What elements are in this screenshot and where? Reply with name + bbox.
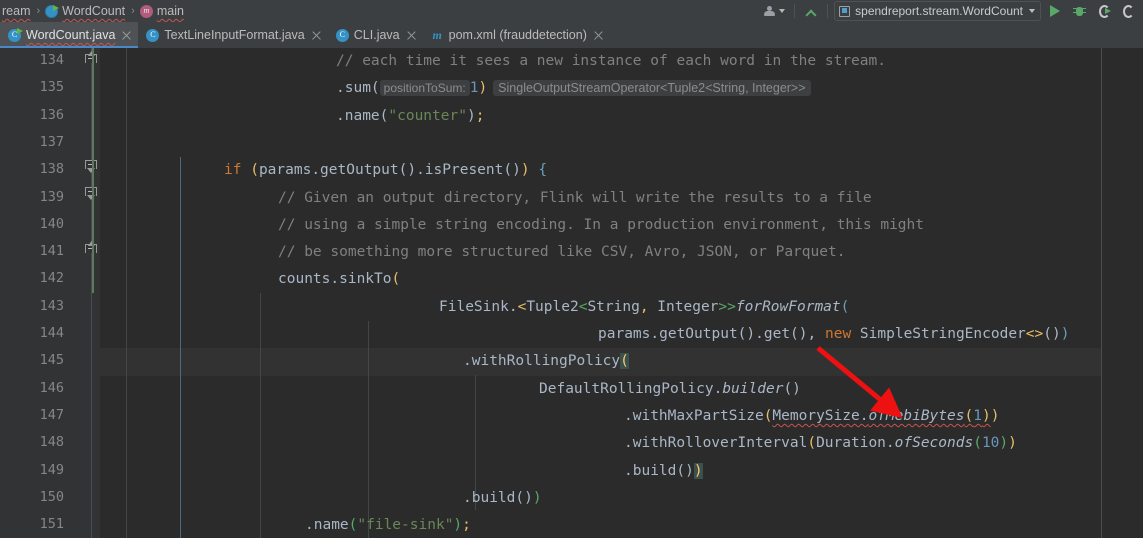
breadcrumb-label: main [156,4,184,18]
run-with-coverage-icon [1099,4,1112,18]
method-range-marker [92,48,94,293]
line-number: 134 [39,52,64,68]
line-number: 141 [39,243,64,260]
run-with-coverage-button[interactable] [1096,1,1115,21]
breadcrumb-label: ream [2,4,31,18]
breadcrumb-separator: › [36,5,41,17]
profile-button[interactable] [761,1,788,21]
chevron-down-icon [779,9,786,13]
line-number: 148 [39,434,64,451]
breadcrumb-label: WordCount [62,4,126,18]
java-class-runnable-icon [8,27,23,42]
code-line-139: // Given an output directory, Flink will… [278,189,872,206]
code-line-140: // using a simple string encoding. In a … [278,216,925,233]
line-number: 149 [39,461,64,478]
line-number: 150 [39,488,64,505]
close-icon[interactable] [312,31,321,40]
breadcrumb-item-method[interactable]: main [138,0,186,22]
line-number: 151 [39,516,64,533]
line-number: 145 [39,352,64,369]
code-content[interactable]: // each time it sees a new instance of e… [92,48,1101,538]
code-line-138: if (params.getOutput().isPresent()) { [224,162,548,179]
line-number: 147 [39,406,64,423]
close-icon[interactable] [407,31,416,40]
code-line-145: .withRollingPolicy( [463,353,629,370]
code-line-146: DefaultRollingPolicy.builder() [539,380,801,397]
code-line-151: .name("file-sink"); [305,517,471,534]
breadcrumb: ream › WordCount › main [0,0,186,22]
editor-tab-bar: WordCount.java TextLineInputFormat.java … [0,22,1143,49]
tab-label: pom.xml (frauddetection) [448,28,587,42]
code-line-150: .build()) [463,489,542,506]
code-line-144: params.getOutput().get(), new SimpleStri… [598,326,1070,342]
breadcrumb-item-class[interactable]: WordCount [43,0,127,22]
toolbar-divider [827,4,829,18]
intellij-window: ream › WordCount › main [0,0,1143,538]
line-number: 142 [39,270,64,287]
top-toolbar: ream › WordCount › main [0,0,1143,22]
chevron-down-icon [1029,9,1035,13]
java-class-icon [146,28,160,42]
code-text[interactable]: // each time it sees a new instance of e… [100,48,1101,538]
line-number: 138 [39,161,64,178]
code-line-142: counts.sinkTo( [278,271,401,288]
tab-cli-java[interactable]: CLI.java [328,22,423,48]
inlay-type-hint: SingleOutputStreamOperator<Tuple2<String… [493,80,811,97]
run-button[interactable] [1047,1,1063,21]
more-run-actions-button[interactable] [1120,1,1139,21]
run-config-label: spendreport.stream.WordCount [855,4,1023,18]
tab-label: WordCount.java [26,28,116,42]
line-number: 146 [39,379,64,396]
debug-button[interactable] [1070,1,1089,21]
line-number: 144 [39,325,64,341]
tab-textlineinputformat-java[interactable]: TextLineInputFormat.java [138,22,327,48]
code-editor[interactable]: 134 135 136 137 138 139 140 141 142 143 … [0,48,1143,538]
breadcrumb-separator: › [131,5,135,17]
editor-scrollbar-lane[interactable] [1102,48,1143,538]
line-number: 137 [39,133,64,150]
code-line-141: // be something more structured like CSV… [278,244,846,261]
tab-wordcount-java[interactable]: WordCount.java [0,22,139,48]
java-class-icon [335,28,349,42]
run-configuration-selector[interactable]: spendreport.stream.WordCount [834,1,1041,21]
person-icon [764,5,776,17]
code-line-135: .sum(positionToSum: 1) SingleOutputStreamO… [336,75,811,102]
run-config-icon [839,5,851,17]
editor-gutter[interactable]: 134 135 136 137 138 139 140 141 142 143 … [0,48,100,538]
line-number: 136 [39,106,64,123]
tab-label: TextLineInputFormat.java [164,28,305,42]
update-arrow-icon [804,4,818,18]
tab-label: CLI.java [353,28,400,42]
update-button[interactable] [801,1,821,21]
code-line-148: .withRolloverInterval(Duration.ofSeconds… [624,435,1017,452]
breadcrumb-item-package[interactable]: ream [0,0,32,22]
tab-pom-xml[interactable]: pom.xml (frauddetection) [423,22,610,48]
close-icon[interactable] [594,31,603,40]
line-number: 143 [39,297,64,314]
run-icon [1050,5,1060,17]
toolbar-actions: spendreport.stream.WordCount [761,0,1143,22]
more-run-actions-icon [1123,4,1136,18]
line-number: 135 [39,79,64,96]
line-number: 139 [39,188,64,205]
code-line-149: .build()) [624,462,703,479]
debug-icon [1073,5,1086,18]
code-line-134: // each time it sees a new instance of e… [336,53,886,69]
code-line-147: .withMaxPartSize(MemorySize.ofMebiBytes(… [624,407,1000,424]
parameter-hint: positionToSum: [379,80,470,97]
close-icon[interactable] [122,31,131,40]
toolbar-divider [794,4,796,18]
class-icon [45,4,60,18]
maven-icon [431,29,444,42]
code-line-143: FileSink.<Tuple2<String, Integer>>forRow… [439,298,850,315]
code-line-136: .name("counter"); [336,107,485,124]
line-number: 140 [39,215,64,232]
method-icon [139,4,153,18]
